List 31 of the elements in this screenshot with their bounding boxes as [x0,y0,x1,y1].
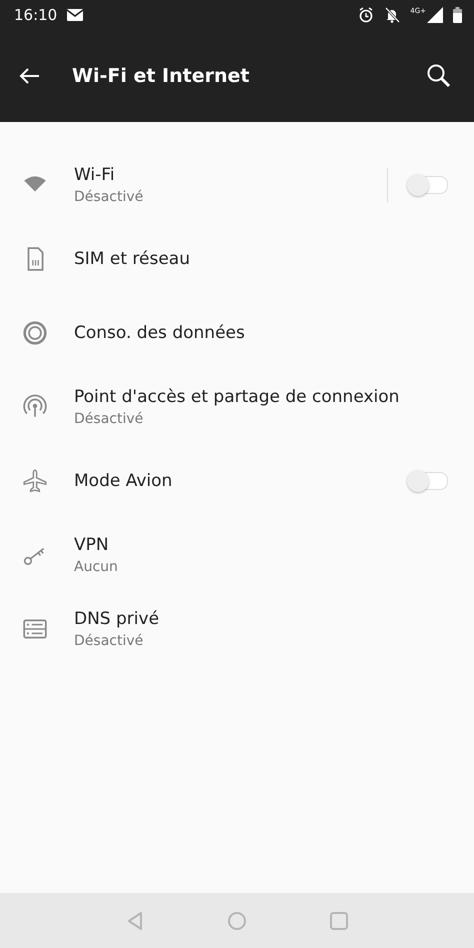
settings-item[interactable]: DNS privé Désactivé [0,592,474,666]
settings-item[interactable]: SIM et réseau [0,222,474,296]
settings-item[interactable]: Point d'accès et partage de connexion Désactivé [0,370,474,444]
alarm-icon [358,7,374,23]
toggle-switch[interactable] [410,472,448,490]
item-title: Point d'accès et partage de connexion [74,386,400,409]
signal-icon [427,7,443,23]
data-usage-icon [22,320,48,346]
settings-item[interactable]: VPN Aucun [0,518,474,592]
search-icon [426,63,452,89]
battery-icon [453,7,462,23]
settings-item[interactable]: Wi-Fi Désactivé [0,148,474,222]
item-title: Wi-Fi [74,164,116,187]
page-title: Wi-Fi et Internet [72,65,250,87]
toggle-switch[interactable] [410,176,448,194]
mail-icon [67,9,84,21]
settings-item[interactable]: Conso. des données [0,296,474,370]
clock-time: 16:10 [14,6,58,24]
muted-bell-icon [384,7,400,23]
airplane-icon [22,468,48,494]
hotspot-icon [22,394,48,420]
item-title: SIM et réseau [74,248,191,271]
item-summary: Aucun [74,558,119,577]
item-summary: Désactivé [74,632,144,651]
item-title: VPN [74,534,110,557]
item-summary: Désactivé [74,188,144,207]
item-title: Conso. des données [74,322,246,345]
item-title: Mode Avion [74,470,174,493]
settings-item[interactable]: Mode Avion [0,444,474,518]
item-summary: Désactivé [74,410,144,429]
item-title: DNS privé [74,608,160,631]
